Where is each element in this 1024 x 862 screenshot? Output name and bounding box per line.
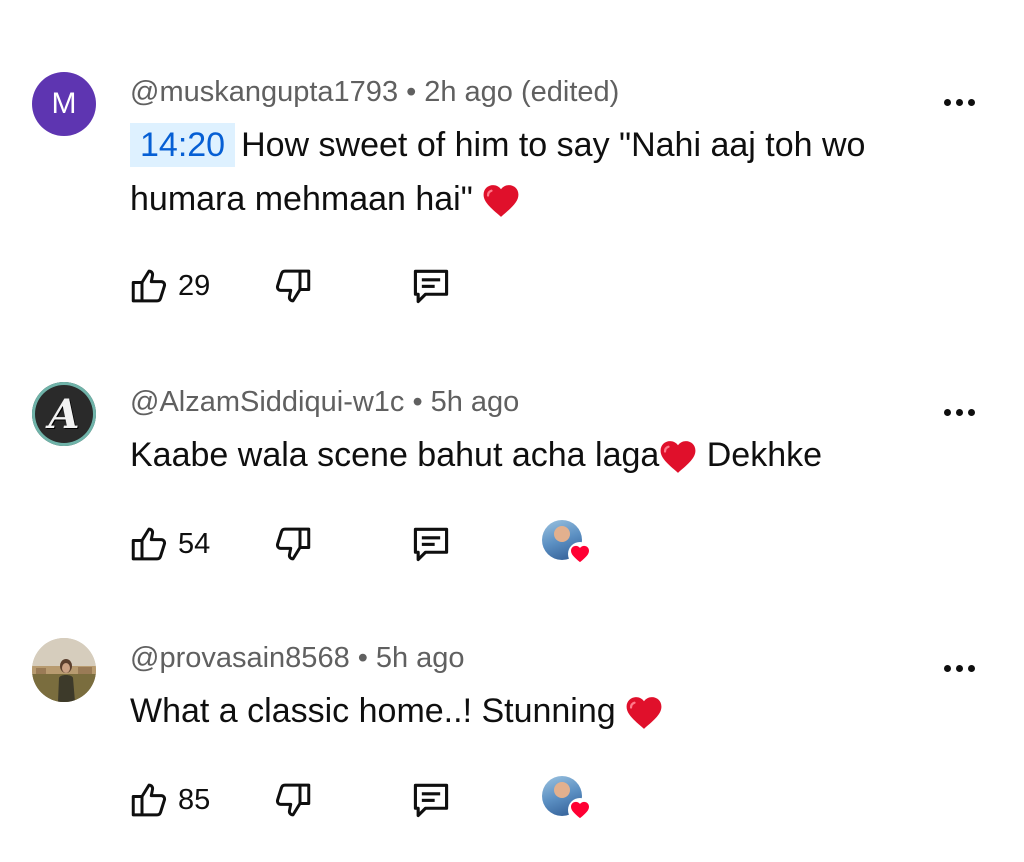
more-options-button[interactable] — [944, 406, 978, 418]
comment-author-handle[interactable]: @muskangupta1793 — [130, 76, 398, 108]
like-button[interactable]: 29 — [128, 262, 210, 310]
more-dot-icon — [968, 664, 975, 672]
thumb-down-icon — [275, 527, 311, 561]
thumb-up-icon — [131, 783, 167, 817]
heart-emoji-icon — [483, 185, 519, 217]
comment-text-part1: Kaabe wala scene bahut acha laga — [130, 436, 660, 474]
more-dot-icon — [956, 664, 963, 672]
dislike-button[interactable] — [272, 262, 314, 310]
more-dot-icon — [944, 408, 951, 416]
comment-time: 5h ago — [375, 642, 465, 674]
reply-button[interactable] — [408, 520, 454, 568]
more-dot-icon — [944, 98, 951, 106]
meta-separator: • — [406, 76, 417, 108]
comment-meta: @AlzamSiddiqui-w1c • 5h ago — [130, 386, 519, 419]
reply-button[interactable] — [408, 262, 454, 310]
thumb-up-icon — [131, 527, 167, 561]
more-dot-icon — [944, 664, 951, 672]
comment-actions: 54 — [128, 520, 628, 568]
comment-author-handle[interactable]: @provasain8568 — [130, 642, 350, 674]
creator-heart-badge — [542, 520, 592, 566]
creator-heart-badge — [542, 776, 592, 822]
more-dot-icon — [956, 98, 963, 106]
comment-text-part2: Dekhke — [697, 436, 823, 474]
comment-text: What a classic home..! Stunning — [130, 684, 970, 738]
heart-emoji-icon — [626, 697, 662, 729]
like-button[interactable]: 54 — [128, 520, 210, 568]
comment-meta: @muskangupta1793 • 2h ago (edited) — [130, 76, 619, 109]
avatar[interactable]: A — [32, 382, 96, 446]
more-dot-icon — [968, 98, 975, 106]
comment-meta: @provasain8568 • 5h ago — [130, 642, 465, 675]
more-options-button[interactable] — [944, 662, 978, 674]
heart-emoji-icon — [660, 441, 696, 473]
thumb-up-icon — [131, 269, 167, 303]
comment-text-body: What a classic home..! Stunning — [130, 692, 626, 730]
reply-comment-icon — [413, 269, 449, 304]
dislike-button[interactable] — [272, 776, 314, 824]
comment-text-line1: How sweet of him to say "Nahi aaj toh wo — [241, 126, 866, 164]
comment-author-handle[interactable]: @AlzamSiddiqui-w1c — [130, 386, 404, 418]
dislike-button[interactable] — [272, 520, 314, 568]
comment-text: 14:20 How sweet of him to say "Nahi aaj t… — [130, 118, 970, 226]
comment-text-line2: humara mehmaan hai" — [130, 180, 473, 218]
reply-comment-icon — [413, 783, 449, 818]
meta-separator: • — [412, 386, 423, 418]
avatar-letter: M — [51, 87, 77, 120]
comment-text: Kaabe wala scene bahut acha laga Dekhke — [130, 428, 970, 482]
comment-actions: 29 — [128, 262, 628, 310]
avatar-photo-icon — [32, 638, 96, 702]
like-count: 54 — [178, 527, 211, 560]
timestamp-link[interactable]: 14:20 — [130, 123, 236, 167]
more-dot-icon — [956, 408, 963, 416]
heart-icon — [568, 798, 592, 822]
reply-comment-icon — [413, 527, 449, 562]
like-count: 29 — [178, 269, 211, 302]
comment-actions: 85 — [128, 776, 628, 824]
avatar[interactable]: M — [32, 72, 96, 136]
more-dot-icon — [968, 408, 975, 416]
avatar[interactable] — [32, 638, 96, 702]
like-button[interactable]: 85 — [128, 776, 210, 824]
thumb-down-icon — [275, 783, 311, 817]
avatar-letter: A — [48, 390, 80, 438]
comment-time: 2h ago (edited) — [424, 76, 620, 108]
comment-time: 5h ago — [430, 386, 520, 418]
thumb-down-icon — [275, 269, 311, 303]
like-count: 85 — [178, 783, 211, 816]
heart-icon — [568, 542, 592, 566]
reply-button[interactable] — [408, 776, 454, 824]
more-options-button[interactable] — [944, 96, 978, 108]
meta-separator: • — [357, 642, 368, 674]
